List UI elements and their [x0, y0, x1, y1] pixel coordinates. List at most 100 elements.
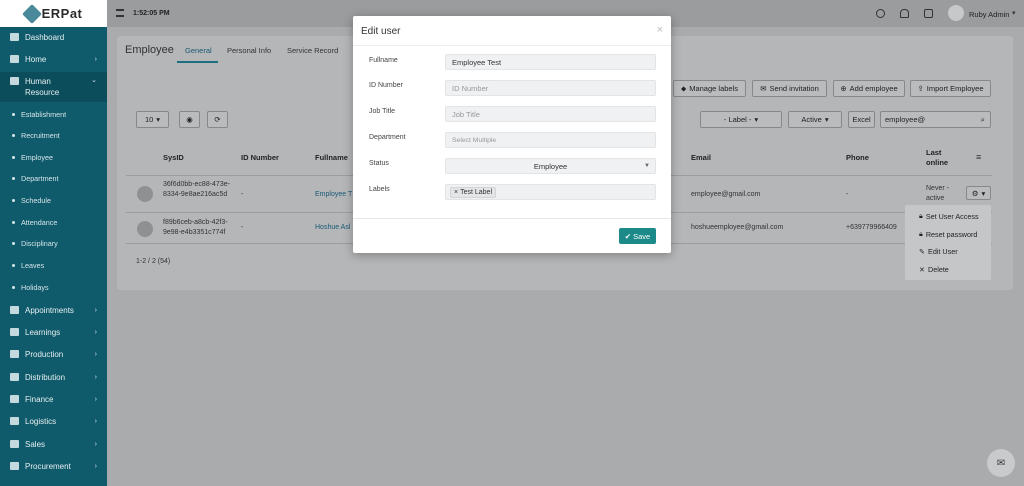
- edit-icon: [10, 306, 19, 314]
- col-header-phone[interactable]: Phone: [846, 153, 869, 162]
- page-size-select[interactable]: 10 ▾: [136, 111, 169, 128]
- bullet-icon: [12, 242, 15, 245]
- add-employee-button[interactable]: ⊕ Add employee: [833, 80, 905, 97]
- sidebar-subitem-department[interactable]: Department: [0, 168, 107, 189]
- user-name[interactable]: Ruby Admin: [969, 10, 1009, 19]
- fullname-field[interactable]: Employee Test: [445, 54, 656, 70]
- job-title-label: Job Title: [369, 108, 396, 115]
- search-icon[interactable]: [876, 9, 885, 18]
- logo[interactable]: ERPat: [0, 0, 107, 27]
- cell-id-number: -: [241, 191, 244, 198]
- id-number-field[interactable]: ID Number: [445, 80, 656, 96]
- mail-icon[interactable]: [924, 9, 933, 18]
- import-employee-button[interactable]: ⇪ Import Employee: [910, 80, 991, 97]
- search-icon: ⌕: [980, 114, 985, 124]
- tab-personal-info[interactable]: Personal Info: [227, 46, 271, 55]
- sidebar-item-home[interactable]: Home ›: [0, 48, 107, 70]
- chevron-right-icon: ›: [94, 440, 97, 448]
- bullet-icon: [12, 264, 15, 267]
- modal-title: Edit user: [361, 26, 401, 37]
- sidebar-subitem-establishment[interactable]: Establishment: [0, 104, 107, 125]
- cell-sysid: 36f6d0bb-ec88-473e-8334-9e8ae216ac5d: [163, 181, 230, 198]
- col-header-fullname[interactable]: Fullname: [315, 153, 348, 162]
- sidebar-subitem-attendance[interactable]: Attendance: [0, 212, 107, 233]
- remove-icon[interactable]: ×: [454, 189, 458, 196]
- chat-button[interactable]: ✉: [987, 449, 1015, 477]
- logo-text: ERPat: [41, 6, 83, 21]
- sidebar-subitem-schedule[interactable]: Schedule: [0, 190, 107, 211]
- sidebar-item-sales[interactable]: Sales ›: [0, 433, 107, 455]
- avatar: [137, 221, 153, 237]
- sidebar-item-logistics[interactable]: Logistics ›: [0, 410, 107, 432]
- menu-item-set-user-access[interactable]: 🔒︎ Set User Access: [919, 211, 979, 221]
- cell-id-number: -: [241, 224, 244, 231]
- avatar: [137, 186, 153, 202]
- pencil-icon: ✎: [919, 247, 926, 256]
- chevron-right-icon: ›: [94, 417, 97, 425]
- cell-fullname-link[interactable]: Hoshue Asl: [315, 223, 350, 233]
- labels-field[interactable]: × Test Label: [445, 184, 656, 200]
- tag-icon: ⬥: [680, 83, 687, 93]
- label-chip[interactable]: × Test Label: [450, 186, 497, 198]
- save-button[interactable]: ✔ Save: [619, 228, 656, 244]
- sidebar-item-procurement[interactable]: Procurement ›: [0, 455, 107, 477]
- labels-label: Labels: [369, 186, 390, 193]
- times-icon: ✕: [919, 265, 926, 274]
- send-invitation-button[interactable]: ✉ Send invitation: [752, 80, 827, 97]
- column-menu-icon[interactable]: ≡: [976, 152, 981, 162]
- col-header-id-number[interactable]: ID Number: [241, 153, 279, 162]
- cell-phone: +639779966409: [846, 224, 897, 231]
- avatar[interactable]: [948, 5, 964, 21]
- tab-service-record[interactable]: Service Record: [287, 46, 338, 55]
- caret-down-icon: ▾: [754, 115, 759, 124]
- sidebar-item-distribution[interactable]: Distribution ›: [0, 366, 107, 388]
- department-select[interactable]: Select Multiple: [445, 132, 656, 148]
- sidebar-item-appointments[interactable]: Appointments ›: [0, 299, 107, 321]
- excel-export-button[interactable]: Excel: [848, 111, 875, 128]
- search-input[interactable]: employee@ ⌕: [880, 111, 991, 128]
- modal-footer-divider: [353, 218, 671, 219]
- bullet-icon: [12, 113, 15, 116]
- col-header-last-online[interactable]: Last online: [926, 148, 954, 168]
- lock-icon: 🔒︎: [919, 229, 923, 238]
- id-number-label: ID Number: [369, 82, 403, 89]
- label-filter-select[interactable]: - Label - ▾: [700, 111, 782, 128]
- chevron-down-icon: ⌄: [91, 77, 97, 84]
- caret-down-icon: ▾: [981, 188, 986, 198]
- close-icon[interactable]: ×: [657, 24, 663, 36]
- col-header-sysid[interactable]: SysID: [163, 153, 184, 162]
- truck-icon: [10, 417, 19, 425]
- sidebar-subitem-disciplinary[interactable]: Disciplinary: [0, 233, 107, 254]
- sidebar-subitem-leaves[interactable]: Leaves: [0, 255, 107, 276]
- columns-visibility-button[interactable]: ◉: [179, 111, 200, 128]
- cell-sysid: f89b6ceb-a8cb-42f3-9e98-e4b3351c774f: [163, 219, 228, 236]
- gears-icon: ⚙: [971, 188, 979, 198]
- plus-circle-icon: ⊕: [840, 84, 847, 93]
- sidebar-subitem-employee[interactable]: Employee: [0, 147, 107, 168]
- bell-icon[interactable]: [900, 9, 909, 18]
- status-select[interactable]: Employee ▼: [445, 158, 656, 174]
- sidebar-item-finance[interactable]: Finance ›: [0, 388, 107, 410]
- sidebar-item-dashboard[interactable]: Dashboard: [0, 26, 107, 48]
- chevron-down-icon[interactable]: ▾: [1012, 9, 1016, 17]
- tab-general[interactable]: General: [185, 46, 212, 55]
- menu-item-reset-password[interactable]: 🔒︎ Reset password: [919, 229, 977, 239]
- fullname-label: Fullname: [369, 57, 398, 64]
- status-filter-select[interactable]: Active ▾: [788, 111, 842, 128]
- menu-item-delete[interactable]: ✕ Delete: [919, 265, 949, 274]
- col-header-email[interactable]: Email: [691, 153, 711, 162]
- cell-fullname-link[interactable]: Employee T: [315, 190, 352, 200]
- sidebar-subitem-holidays[interactable]: Holidays: [0, 277, 107, 298]
- menu-item-edit-user[interactable]: ✎ Edit User: [919, 247, 958, 256]
- department-label: Department: [369, 134, 406, 141]
- sidebar-item-learnings[interactable]: Learnings ›: [0, 321, 107, 343]
- sidebar-subitem-recruitment[interactable]: Recruitment: [0, 125, 107, 146]
- row-actions-button[interactable]: ⚙ ▾: [966, 186, 991, 200]
- menu-toggle-icon[interactable]: [116, 9, 124, 17]
- sidebar-item-production[interactable]: Production ›: [0, 343, 107, 365]
- job-title-field[interactable]: Job Title: [445, 106, 656, 122]
- refresh-button[interactable]: ⟳: [207, 111, 228, 128]
- manage-labels-button[interactable]: ⬥ Manage labels: [673, 80, 746, 97]
- bank-icon: [10, 373, 19, 381]
- sidebar-item-human-resource[interactable]: Human Resource ⌄: [0, 72, 107, 102]
